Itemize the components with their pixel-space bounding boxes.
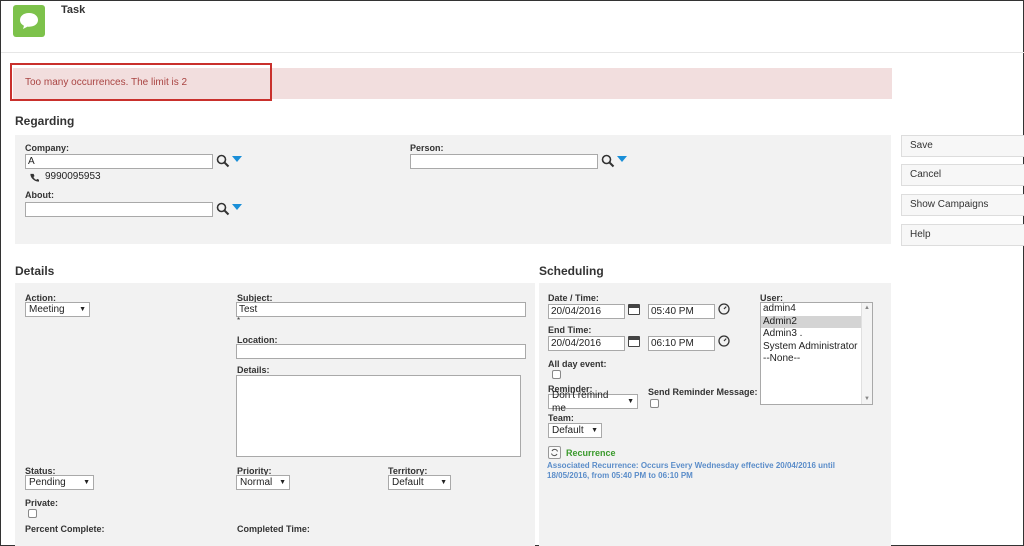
status-select[interactable]: Pending ▼ xyxy=(25,475,94,490)
status-value: Pending xyxy=(29,477,66,488)
user-list-scrollbar[interactable]: ▲ ▼ xyxy=(861,303,872,404)
start-time-input[interactable]: 05:40 PM xyxy=(648,304,715,319)
datetime-label: Date / Time: xyxy=(548,293,599,303)
header-divider xyxy=(1,52,1024,53)
person-label: Person: xyxy=(410,143,444,153)
about-search-icon[interactable] xyxy=(216,202,230,219)
allday-label: All day event: xyxy=(548,359,607,369)
regarding-panel xyxy=(15,135,891,244)
endtime-label: End Time: xyxy=(548,325,592,335)
about-input[interactable] xyxy=(25,202,213,217)
scroll-down-icon[interactable]: ▼ xyxy=(864,396,870,402)
subject-input[interactable]: Test xyxy=(236,302,526,317)
completed-time-label: Completed Time: xyxy=(237,524,310,534)
send-reminder-checkbox[interactable] xyxy=(650,399,659,408)
send-reminder-label: Send Reminder Message: xyxy=(648,387,758,397)
team-select[interactable]: Default ▼ xyxy=(548,423,602,438)
territory-select[interactable]: Default ▼ xyxy=(388,475,451,490)
task-logo-icon xyxy=(13,5,45,37)
user-option[interactable]: --None-- xyxy=(761,353,872,366)
details-textarea[interactable] xyxy=(236,375,521,457)
private-label: Private: xyxy=(25,498,59,508)
team-label: Team: xyxy=(548,413,574,423)
highlight-box xyxy=(10,63,272,101)
end-date-input[interactable]: 20/04/2016 xyxy=(548,336,625,351)
company-label: Company: xyxy=(25,143,70,153)
territory-chevron-down-icon: ▼ xyxy=(440,479,447,486)
associated-recurrence-text: Associated Recurrence: Occurs Every Wedn… xyxy=(547,461,835,480)
start-date-input[interactable]: 20/04/2016 xyxy=(548,304,625,319)
reminder-value: Don't remind me xyxy=(552,389,609,414)
reminder-select[interactable]: Don't remind me ▼ xyxy=(548,390,638,414)
user-option[interactable]: Admin3 . xyxy=(761,328,872,341)
recurrence-icon[interactable] xyxy=(548,446,561,459)
scroll-up-icon[interactable]: ▲ xyxy=(864,305,870,311)
required-mark: * xyxy=(237,316,241,325)
scheduling-title: Scheduling xyxy=(539,264,604,278)
task-page: Task Too many occurrences. The limit is … xyxy=(0,0,1024,546)
cancel-button[interactable]: Cancel xyxy=(901,164,1024,186)
end-clock-icon[interactable] xyxy=(718,335,730,350)
priority-chevron-down-icon: ▼ xyxy=(279,479,286,486)
action-value: Meeting xyxy=(29,304,65,315)
person-search-icon[interactable] xyxy=(601,154,615,171)
user-option-selected[interactable]: Admin2 xyxy=(761,315,872,328)
percent-complete-label: Percent Complete: xyxy=(25,524,105,534)
recurrence-link[interactable]: Recurrence xyxy=(566,448,616,458)
save-button[interactable]: Save xyxy=(901,135,1024,157)
details-label: Details: xyxy=(237,365,270,375)
user-listbox[interactable]: admin4 Admin2 Admin3 . System Administra… xyxy=(760,302,873,405)
private-checkbox[interactable] xyxy=(28,509,37,518)
about-label: About: xyxy=(25,190,54,200)
company-phone: 9990095953 xyxy=(45,171,101,182)
start-clock-icon[interactable] xyxy=(718,303,730,318)
territory-value: Default xyxy=(392,477,424,488)
location-input[interactable] xyxy=(236,344,526,359)
person-dropdown-icon[interactable] xyxy=(617,156,627,162)
show-campaigns-button[interactable]: Show Campaigns xyxy=(901,194,1024,216)
team-chevron-down-icon: ▼ xyxy=(591,427,598,434)
user-option[interactable]: admin4 xyxy=(761,303,872,316)
start-calendar-icon[interactable] xyxy=(628,304,640,315)
priority-select[interactable]: Normal ▼ xyxy=(236,475,290,490)
page-title: Task xyxy=(61,4,86,16)
action-chevron-down-icon: ▼ xyxy=(79,306,86,313)
status-chevron-down-icon: ▼ xyxy=(83,479,90,486)
end-calendar-icon[interactable] xyxy=(628,336,640,347)
reminder-chevron-down-icon: ▼ xyxy=(627,398,634,405)
company-search-icon[interactable] xyxy=(216,154,230,171)
end-time-input[interactable]: 06:10 PM xyxy=(648,336,715,351)
phone-icon xyxy=(30,173,39,185)
about-dropdown-icon[interactable] xyxy=(232,204,242,210)
action-select[interactable]: Meeting ▼ xyxy=(25,302,90,317)
help-button[interactable]: Help xyxy=(901,224,1024,246)
user-option[interactable]: System Administrator xyxy=(761,341,872,354)
allday-checkbox[interactable] xyxy=(552,370,561,379)
priority-value: Normal xyxy=(240,477,273,488)
details-title: Details xyxy=(15,264,55,278)
company-input[interactable]: A xyxy=(25,154,213,169)
person-input[interactable] xyxy=(410,154,598,169)
regarding-title: Regarding xyxy=(15,114,75,128)
company-dropdown-icon[interactable] xyxy=(232,156,242,162)
team-value: Default xyxy=(552,425,584,436)
